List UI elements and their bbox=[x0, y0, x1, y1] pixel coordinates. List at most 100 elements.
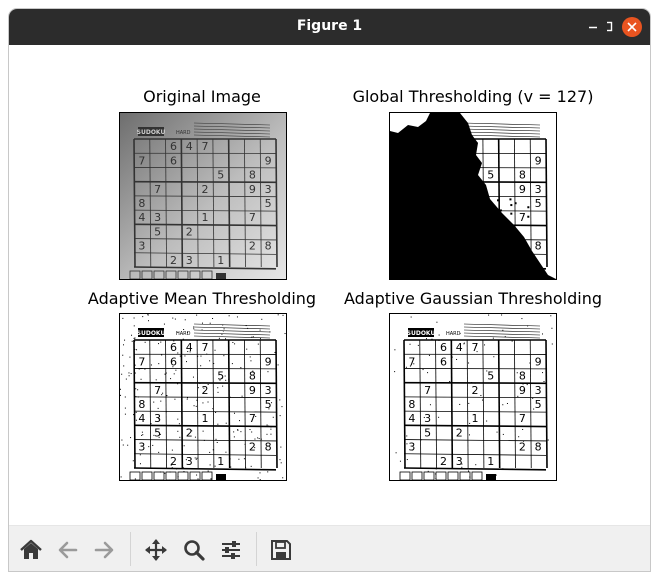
sudoku-digit: 6 bbox=[170, 355, 177, 368]
sudoku-digit: 7 bbox=[138, 154, 145, 167]
axes-adaptive-mean[interactable]: SUDOKU HARD 6 4 7 7 6 9 5 8 7 2 9 3 8 5 4 3 1 7 5 2 3 2 8 2 3 1 bbox=[119, 313, 287, 481]
axes-original-image[interactable]: SUDOKU HARD 6 4 7 7 6 9 5 8 7 2 9 3 8 5 4 3 1 7 5 2 3 2 8 2 3 1 bbox=[119, 112, 287, 280]
sudoku-digit: 9 bbox=[265, 355, 272, 368]
home-button[interactable] bbox=[18, 537, 44, 563]
sudoku-digit: 8 bbox=[519, 370, 526, 383]
zoom-icon bbox=[184, 540, 205, 561]
axes-adaptive-gaussian[interactable]: SUDOKU HARD 6 4 7 7 6 9 5 8 7 2 9 3 8 5 4 3 1 7 5 2 3 2 8 2 3 1 bbox=[389, 313, 557, 481]
panel-title-adaptive-mean: Adaptive Mean Thresholding bbox=[87, 289, 317, 308]
axes-global-threshold[interactable]: SUDOKUHARD64776958729385431752328231 bbox=[389, 112, 557, 280]
save-button[interactable] bbox=[268, 537, 294, 563]
forward-button[interactable] bbox=[91, 537, 117, 563]
figure-canvas[interactable]: Original Image SUDOKU HARD 6 4 7 7 6 9 5 8 7 2 9 3 8 5 4… bbox=[9, 45, 650, 525]
sudoku-digit: 1 bbox=[202, 211, 209, 224]
sudoku-digit: 5 bbox=[154, 225, 161, 238]
sudoku-digit: 6 bbox=[170, 154, 177, 167]
sudoku-digit: 4 bbox=[138, 412, 145, 425]
sudoku-digit: 6 bbox=[170, 341, 177, 354]
sudoku-digit: 9 bbox=[249, 384, 256, 397]
sudoku-digit: 5 bbox=[265, 197, 272, 210]
sudoku-digit: 5 bbox=[535, 398, 542, 411]
sudoku-digit: 5 bbox=[154, 426, 161, 439]
sudoku-digit: 8 bbox=[265, 441, 272, 454]
sudoku-digit: 8 bbox=[138, 398, 145, 411]
sudoku-digit: 2 bbox=[202, 183, 209, 196]
sudoku-digit: 4 bbox=[186, 341, 193, 354]
svg-text:SUDOKU: SUDOKU bbox=[407, 330, 436, 337]
panel-title-original: Original Image bbox=[143, 87, 261, 106]
toolbar-separator bbox=[130, 532, 131, 566]
zoom-button[interactable] bbox=[181, 537, 207, 563]
sudoku-digit: 6 bbox=[170, 140, 177, 153]
sudoku-digit: 8 bbox=[249, 169, 256, 182]
sudoku-digit: 6 bbox=[440, 355, 447, 368]
pan-button[interactable] bbox=[143, 537, 169, 563]
configure-subplots-button[interactable] bbox=[218, 537, 244, 563]
svg-text:HARD: HARD bbox=[176, 331, 191, 337]
sudoku-digit: 7 bbox=[472, 341, 479, 354]
pan-icon bbox=[145, 539, 167, 561]
sudoku-digit: 5 bbox=[217, 169, 224, 182]
sudoku-digit: 9 bbox=[519, 384, 526, 397]
close-icon bbox=[627, 22, 637, 32]
sudoku-digit: 5 bbox=[487, 169, 494, 182]
sudoku-digit: 7 bbox=[249, 412, 256, 425]
sudoku-digit: 2 bbox=[249, 240, 256, 253]
sudoku-digit: 9 bbox=[249, 183, 256, 196]
sudoku-digit: 9 bbox=[535, 355, 542, 368]
sudoku-digit: 7 bbox=[519, 412, 526, 425]
sudoku-digit: 8 bbox=[265, 240, 272, 253]
image-adaptive-gaussian: SUDOKU HARD6 4 77 6 95 87 2 9 38 54 3 1 75 23 2 82 3 1 bbox=[390, 314, 556, 480]
image-global-threshold: SUDOKUHARD64776958729385431752328231 bbox=[390, 113, 556, 279]
figure-window: Figure 1 Original Image SUDOKU HARD 6 4 7 7 6 9… bbox=[9, 9, 650, 571]
sudoku-digit: 3 bbox=[154, 412, 161, 425]
back-button[interactable] bbox=[55, 537, 81, 563]
sudoku-digit: 2 bbox=[440, 455, 447, 468]
sudoku-digit: 5 bbox=[487, 370, 494, 383]
sudoku-digit: 8 bbox=[408, 398, 415, 411]
sudoku-digit: 4 bbox=[186, 140, 193, 153]
sudoku-digit: 7 bbox=[154, 384, 161, 397]
svg-text:HARD: HARD bbox=[446, 331, 461, 337]
sudoku-digit: 1 bbox=[217, 254, 224, 267]
image-original: SUDOKU HARD6 4 77 6 95 87 2 9 38 54 3 1 75 23 2 82 3 1 bbox=[120, 113, 286, 279]
sudoku-digit: 5 bbox=[424, 426, 431, 439]
navigation-toolbar bbox=[9, 525, 650, 571]
sudoku-digit: 9 bbox=[535, 154, 542, 167]
title-bar[interactable]: Figure 1 bbox=[9, 9, 650, 45]
svg-text:SUDOKU: SUDOKU bbox=[137, 129, 166, 136]
sudoku-digit: 6 bbox=[440, 341, 447, 354]
sudoku-digit: 3 bbox=[186, 254, 193, 267]
sudoku-digit: 9 bbox=[519, 183, 526, 196]
sudoku-digit: 2 bbox=[186, 426, 193, 439]
sudoku-digit: 3 bbox=[186, 455, 193, 468]
close-button[interactable] bbox=[622, 17, 642, 37]
image-adaptive-mean: SUDOKU HARD6 4 77 6 95 87 2 9 38 54 3 1 75 23 2 82 3 1 bbox=[120, 314, 286, 480]
sudoku-digit: 7 bbox=[202, 341, 209, 354]
sudoku-digit: 3 bbox=[535, 183, 542, 196]
save-icon bbox=[271, 540, 291, 560]
back-icon bbox=[58, 541, 78, 559]
minimize-button[interactable] bbox=[584, 17, 604, 37]
sudoku-digit: 4 bbox=[456, 341, 463, 354]
sudoku-digit: 7 bbox=[202, 140, 209, 153]
configure-icon bbox=[222, 541, 240, 559]
sudoku-digit: 8 bbox=[535, 441, 542, 454]
sudoku-digit: 7 bbox=[519, 211, 526, 224]
minimize-icon bbox=[589, 26, 597, 29]
sudoku-digit: 7 bbox=[249, 211, 256, 224]
sudoku-digit: 7 bbox=[424, 384, 431, 397]
sudoku-digit: 3 bbox=[424, 412, 431, 425]
sudoku-digit: 2 bbox=[202, 384, 209, 397]
sudoku-digit: 8 bbox=[519, 169, 526, 182]
sudoku-digit: 1 bbox=[202, 412, 209, 425]
sudoku-digit: 3 bbox=[265, 384, 272, 397]
window-title: Figure 1 bbox=[296, 18, 363, 34]
sudoku-digit: 3 bbox=[138, 441, 145, 454]
forward-icon bbox=[94, 541, 114, 559]
sudoku-digit: 2 bbox=[170, 254, 177, 267]
sudoku-digit: 2 bbox=[472, 384, 479, 397]
sudoku-digit: 8 bbox=[138, 197, 145, 210]
svg-text:HARD: HARD bbox=[176, 130, 191, 136]
sudoku-digit: 3 bbox=[265, 183, 272, 196]
